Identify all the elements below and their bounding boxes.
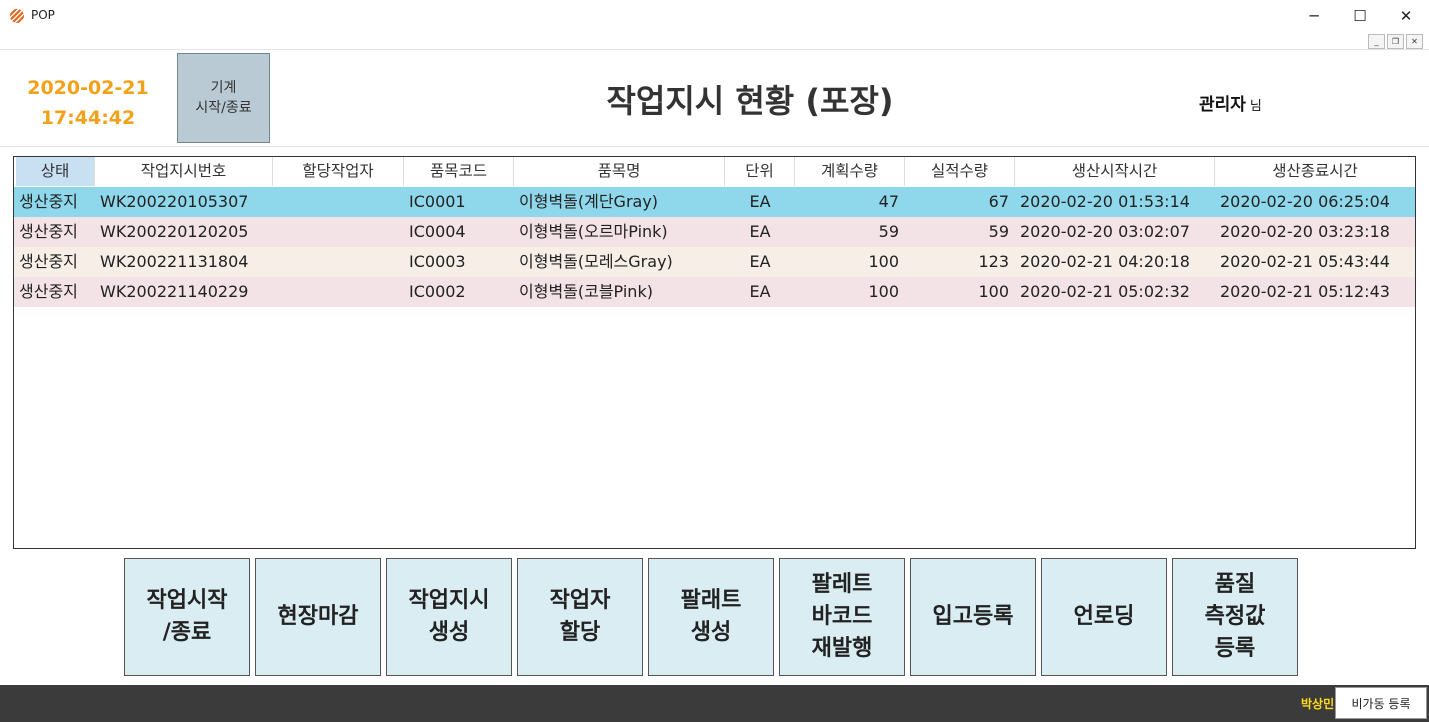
cell-order-no: WK200221140229 xyxy=(100,282,249,301)
cell-actual-qty: 59 xyxy=(988,222,1009,241)
cell-end-time: 2020-02-21 05:12:43 xyxy=(1220,282,1390,301)
cell-item-code: IC0003 xyxy=(409,252,466,271)
footer-user-name: 박상민 xyxy=(1301,697,1335,711)
window-title: POP xyxy=(31,8,55,22)
cell-actual-qty: 67 xyxy=(988,192,1009,211)
col-header-actual-qty[interactable]: 실적수량 xyxy=(905,157,1015,186)
cell-item-code: IC0002 xyxy=(409,282,466,301)
cell-status: 생산중지 xyxy=(19,282,78,301)
cell-actual-qty: 100 xyxy=(978,282,1009,301)
cell-item-name: 이형벽돌(계단Gray) xyxy=(519,192,659,211)
user-suffix: 님 xyxy=(1249,99,1262,114)
cell-start-time: 2020-02-20 03:02:07 xyxy=(1020,222,1190,241)
col-header-end-time[interactable]: 생산종료시간 xyxy=(1215,157,1415,186)
table-row[interactable]: 생산중지 WK200221131804 IC0003 이형벽돌(모레스Gray) EA 1… xyxy=(14,247,1415,277)
cell-item-name: 이형벽돌(코블Pink) xyxy=(519,282,653,301)
col-header-status[interactable]: 상태 xyxy=(16,157,95,186)
mdi-restore-button[interactable]: ❐ xyxy=(1387,34,1404,49)
col-header-start-time[interactable]: 생산시작시간 xyxy=(1015,157,1215,186)
start-stop-work-button[interactable]: 작업시작 /종료 xyxy=(124,558,250,676)
grid-header: 상태 작업지시번호 할당작업자 품목코드 품목명 단위 계획수량 실적수량 생산… xyxy=(14,157,1415,186)
cell-unit: EA xyxy=(749,192,771,211)
title-bar: POP ─ ☐ ✕ xyxy=(0,0,1429,32)
col-header-planned-qty[interactable]: 계획수량 xyxy=(795,157,905,186)
create-pallet-button[interactable]: 팔래트 생성 xyxy=(648,558,774,676)
mdi-close-button[interactable]: ✕ xyxy=(1406,34,1423,49)
cell-order-no: WK200220105307 xyxy=(100,192,249,211)
current-time: 17:44:42 xyxy=(40,107,136,129)
work-order-grid[interactable]: 상태 작업지시번호 할당작업자 품목코드 품목명 단위 계획수량 실적수량 생산… xyxy=(13,156,1416,549)
site-close-button[interactable]: 현장마감 xyxy=(255,558,381,676)
cell-item-code: IC0004 xyxy=(409,222,466,241)
create-work-order-button[interactable]: 작업지시 생성 xyxy=(386,558,512,676)
cell-status: 생산중지 xyxy=(19,192,78,211)
cell-start-time: 2020-02-20 01:53:14 xyxy=(1020,192,1190,211)
cell-end-time: 2020-02-20 03:23:18 xyxy=(1220,222,1390,241)
cell-order-no: WK200221131804 xyxy=(100,252,249,271)
cell-planned-qty: 100 xyxy=(868,282,899,301)
cell-start-time: 2020-02-21 04:20:18 xyxy=(1020,252,1190,271)
machine-start-stop-button[interactable]: 기계 시작/종료 xyxy=(177,53,270,143)
cell-status: 생산중지 xyxy=(19,252,78,271)
app-logo-icon xyxy=(10,9,24,23)
user-display: 관리자 님 xyxy=(1199,90,1262,115)
mdi-controls: _ ❐ ✕ xyxy=(1368,34,1423,49)
cell-end-time: 2020-02-20 06:25:04 xyxy=(1220,192,1390,211)
header-divider-bottom xyxy=(0,146,1429,147)
table-row[interactable]: 생산중지 WK200220120205 IC0004 이형벽돌(오르마Pink) EA 5… xyxy=(14,217,1415,247)
cell-worker xyxy=(273,187,404,217)
cell-planned-qty: 100 xyxy=(868,252,899,271)
cell-order-no: WK200220120205 xyxy=(100,222,249,241)
header-divider-top xyxy=(0,49,1429,50)
cell-worker xyxy=(273,217,404,247)
register-quality-measurement-button[interactable]: 품질 측정값 등록 xyxy=(1172,558,1298,676)
page-title: 작업지시 현황 (포장) xyxy=(606,82,894,120)
cell-worker xyxy=(273,277,404,307)
cell-item-name: 이형벽돌(모레스Gray) xyxy=(519,252,673,271)
cell-status: 생산중지 xyxy=(19,222,78,241)
col-header-item-name[interactable]: 품목명 xyxy=(514,157,725,186)
footer-bar: 박상민 비가동 등록 xyxy=(0,685,1429,722)
machine-button-line2: 시작/종료 xyxy=(195,100,252,116)
maximize-button[interactable]: ☐ xyxy=(1337,0,1383,32)
cell-planned-qty: 59 xyxy=(878,222,899,241)
col-header-item-code[interactable]: 품목코드 xyxy=(404,157,514,186)
assign-worker-button[interactable]: 작업자 할당 xyxy=(517,558,643,676)
cell-item-name: 이형벽돌(오르마Pink) xyxy=(519,222,668,241)
machine-button-line1: 기계 xyxy=(210,80,237,96)
register-receipt-button[interactable]: 입고등록 xyxy=(910,558,1036,676)
minimize-button[interactable]: ─ xyxy=(1291,0,1337,32)
current-date: 2020-02-21 xyxy=(27,77,149,99)
register-downtime-button[interactable]: 비가동 등록 xyxy=(1335,687,1427,719)
col-header-order-no[interactable]: 작업지시번호 xyxy=(95,157,273,186)
cell-unit: EA xyxy=(749,282,771,301)
cell-item-code: IC0001 xyxy=(409,192,466,211)
col-header-unit[interactable]: 단위 xyxy=(725,157,795,186)
cell-start-time: 2020-02-21 05:02:32 xyxy=(1020,282,1190,301)
cell-unit: EA xyxy=(749,222,771,241)
cell-actual-qty: 123 xyxy=(978,252,1009,271)
table-row[interactable]: 생산중지 WK200221140229 IC0002 이형벽돌(코블Pink) EA 10… xyxy=(14,277,1415,307)
user-name: 관리자 xyxy=(1199,95,1246,115)
col-header-worker[interactable]: 할당작업자 xyxy=(273,157,404,186)
unloading-button[interactable]: 언로딩 xyxy=(1041,558,1167,676)
mdi-minimize-button[interactable]: _ xyxy=(1368,34,1385,49)
close-button[interactable]: ✕ xyxy=(1383,0,1429,32)
cell-worker xyxy=(273,247,404,277)
reissue-pallet-barcode-button[interactable]: 팔레트 바코드 재발행 xyxy=(779,558,905,676)
cell-planned-qty: 47 xyxy=(878,192,899,211)
cell-end-time: 2020-02-21 05:43:44 xyxy=(1220,252,1390,271)
cell-unit: EA xyxy=(749,252,771,271)
table-row[interactable]: 생산중지 WK200220105307 IC0001 이형벽돌(계단Gray) EA 47… xyxy=(14,187,1415,217)
